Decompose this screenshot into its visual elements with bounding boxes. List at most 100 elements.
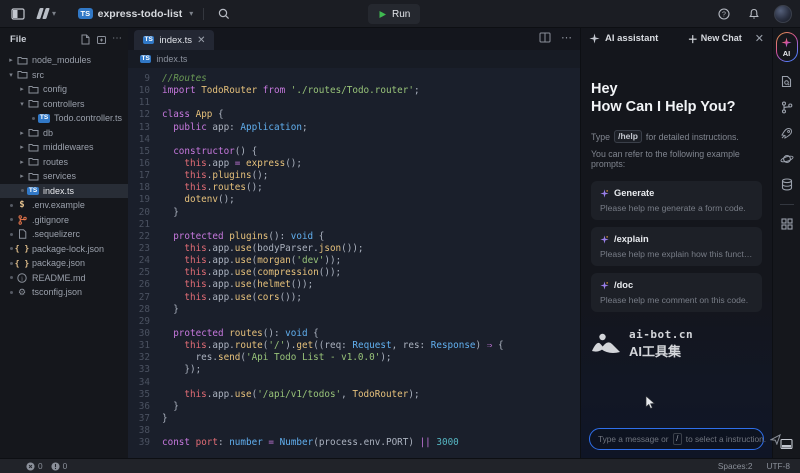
code-text: protected routes(): void { — [162, 328, 319, 340]
code-line-25[interactable]: 25 this.app.use(compression()); — [128, 267, 580, 279]
tree-item-todo-controller-ts[interactable]: TSTodo.controller.ts — [0, 111, 128, 126]
tree-item-readme-md[interactable]: iREADME.md — [0, 271, 128, 286]
code-line-30[interactable]: 30 protected routes(): void { — [128, 328, 580, 340]
new-folder-icon[interactable] — [96, 34, 107, 45]
ai-assistant-panel: AI assistant ＋ New Chat ✕ Hey How Can I … — [580, 28, 772, 458]
tree-item--env-example[interactable]: $.env.example — [0, 198, 128, 213]
tree-item-routes[interactable]: ▸routes — [0, 155, 128, 170]
code-text: this.app.route('/').get((req: Request, r… — [162, 340, 504, 352]
file-dot — [6, 276, 16, 279]
more-icon[interactable]: ⋯ — [561, 32, 572, 43]
code-line-27[interactable]: 27 this.app.use(cors()); — [128, 292, 580, 304]
tree-item--gitignore[interactable]: .gitignore — [0, 213, 128, 228]
project-switcher[interactable]: TS express-todo-list ▾ — [78, 8, 193, 20]
chat-input[interactable]: Type a message or / to select a instruct… — [589, 428, 764, 450]
doc-search-icon[interactable] — [780, 75, 793, 88]
tree-item-label: db — [43, 128, 53, 138]
terminal-panel-icon[interactable] — [780, 438, 793, 450]
tree-item-label: .gitignore — [32, 215, 69, 225]
tab-index-ts[interactable]: TS index.ts ✕ — [134, 30, 214, 50]
help-command[interactable]: /help — [614, 130, 642, 143]
prompt-card-Generate[interactable]: GeneratePlease help me generate a form c… — [591, 181, 762, 220]
rail-item-ai[interactable]: AI — [776, 32, 798, 62]
code-line-16[interactable]: 16 this.app = express(); — [128, 158, 580, 170]
code-line-39[interactable]: 39const port: number = Number(process.en… — [128, 437, 580, 449]
git-branch-icon[interactable] — [781, 101, 793, 114]
code-line-19[interactable]: 19 dotenv(); — [128, 194, 580, 206]
code-line-9[interactable]: 9//Routes — [128, 73, 580, 85]
code-line-34[interactable]: 34 — [128, 377, 580, 389]
folder-icon — [27, 157, 39, 166]
prompt-card-doc[interactable]: /docPlease help me comment on this code. — [591, 273, 762, 312]
tree-item-tsconfig-json[interactable]: ⚙tsconfig.json — [0, 285, 128, 300]
tree-item--sequelizerc[interactable]: .sequelizerc — [0, 227, 128, 242]
code-line-36[interactable]: 36 } — [128, 401, 580, 413]
code-line-37[interactable]: 37} — [128, 413, 580, 425]
code-area[interactable]: 9//Routes10import TodoRouter from './rou… — [128, 68, 580, 458]
tree-item-services[interactable]: ▸services — [0, 169, 128, 184]
database-icon[interactable] — [781, 178, 793, 191]
tree-item-label: Todo.controller.ts — [54, 113, 122, 123]
indentation-setting[interactable]: Spaces:2 — [718, 461, 753, 471]
tree-item-db[interactable]: ▸db — [0, 126, 128, 141]
project-name: express-todo-list — [98, 8, 183, 20]
code-line-28[interactable]: 28 } — [128, 304, 580, 316]
code-line-22[interactable]: 22 protected plugins(): void { — [128, 231, 580, 243]
rocket-icon[interactable] — [780, 127, 793, 140]
braces-icon: { } — [16, 259, 28, 268]
info-count[interactable]: 0 — [51, 461, 68, 471]
line-number: 29 — [128, 316, 162, 328]
code-text: this.app.use(bodyParser.json()); — [162, 243, 364, 255]
error-count[interactable]: 0 — [26, 461, 43, 471]
code-line-35[interactable]: 35 this.app.use('/api/v1/todos', TodoRou… — [128, 389, 580, 401]
tree-item-src[interactable]: ▾src — [0, 68, 128, 83]
code-line-24[interactable]: 24 this.app.use(morgan('dev')); — [128, 255, 580, 267]
code-line-26[interactable]: 26 this.app.use(helmet()); — [128, 279, 580, 291]
code-line-31[interactable]: 31 this.app.route('/').get((req: Request… — [128, 340, 580, 352]
code-line-17[interactable]: 17 this.plugins(); — [128, 170, 580, 182]
tree-item-config[interactable]: ▸config — [0, 82, 128, 97]
more-icon[interactable]: ⋯ — [112, 34, 122, 45]
code-line-10[interactable]: 10import TodoRouter from './routes/Todo.… — [128, 85, 580, 97]
send-icon[interactable] — [770, 434, 781, 445]
tree-item-package-json[interactable]: { }package.json — [0, 256, 128, 271]
code-line-14[interactable]: 14 — [128, 134, 580, 146]
code-line-12[interactable]: 12class App { — [128, 109, 580, 121]
code-line-32[interactable]: 32 res.send('Api Todo List - v1.0.0'); — [128, 352, 580, 364]
new-file-icon[interactable] — [80, 34, 91, 45]
tree-item-middlewares[interactable]: ▸middlewares — [0, 140, 128, 155]
bell-icon[interactable] — [744, 4, 764, 24]
close-icon[interactable]: ✕ — [755, 32, 764, 45]
tree-item-controllers[interactable]: ▾controllers — [0, 97, 128, 112]
line-number: 26 — [128, 279, 162, 291]
grid-icon[interactable] — [781, 218, 793, 230]
code-line-29[interactable]: 29 — [128, 316, 580, 328]
breadcrumb[interactable]: TS index.ts — [128, 50, 580, 68]
app-logo[interactable]: ▾ — [38, 8, 56, 19]
sidebar-toggle-icon[interactable] — [8, 4, 28, 24]
code-line-15[interactable]: 15 constructor() { — [128, 146, 580, 158]
code-line-13[interactable]: 13 public app: Application; — [128, 122, 580, 134]
planet-icon[interactable] — [780, 153, 794, 165]
tree-item-index-ts[interactable]: TSindex.ts — [0, 184, 128, 199]
help-icon[interactable]: ? — [714, 4, 734, 24]
code-line-11[interactable]: 11 — [128, 97, 580, 109]
code-line-33[interactable]: 33 }); — [128, 364, 580, 376]
avatar[interactable] — [774, 5, 792, 23]
tree-item-node-modules[interactable]: ▸node_modules — [0, 53, 128, 68]
code-line-20[interactable]: 20 } — [128, 207, 580, 219]
new-chat-button[interactable]: ＋ New Chat — [688, 31, 742, 46]
prompt-card-explain[interactable]: /explainPlease help me explain how this … — [591, 227, 762, 266]
run-button[interactable]: Run — [368, 4, 420, 24]
sparkle-icon — [600, 281, 609, 290]
close-icon[interactable]: ✕ — [197, 35, 205, 46]
code-line-21[interactable]: 21 — [128, 219, 580, 231]
prompt-desc: Please help me generate a form code. — [600, 203, 753, 213]
split-editor-icon[interactable] — [539, 32, 551, 43]
tree-item-package-lock-json[interactable]: { }package-lock.json — [0, 242, 128, 257]
encoding-setting[interactable]: UTF-8 — [766, 461, 790, 471]
code-line-23[interactable]: 23 this.app.use(bodyParser.json()); — [128, 243, 580, 255]
code-line-18[interactable]: 18 this.routes(); — [128, 182, 580, 194]
code-line-38[interactable]: 38 — [128, 425, 580, 437]
search-icon[interactable] — [214, 4, 234, 24]
